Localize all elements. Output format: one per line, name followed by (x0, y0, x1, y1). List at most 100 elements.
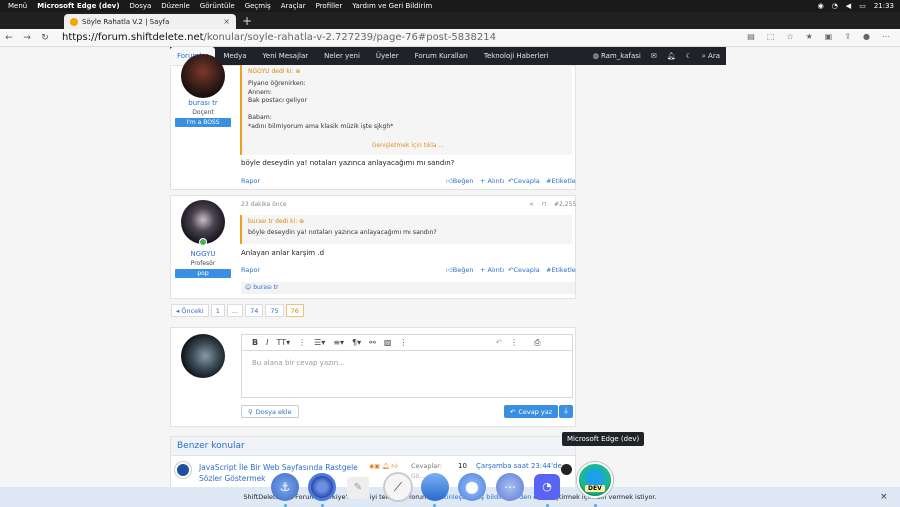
extensions-icon[interactable]: ⬚ (767, 32, 775, 41)
reader-icon[interactable]: ▤ (747, 32, 755, 41)
like-link[interactable]: 👍︎Beğen (446, 177, 474, 185)
quote-link[interactable]: + Alıntı (480, 177, 504, 185)
split-icon[interactable]: ▣ (825, 32, 833, 41)
more-options-icon[interactable]: ⋮ (399, 338, 407, 347)
dock-app-toggle-icon[interactable]: ⬤ (458, 473, 486, 501)
active-app-name[interactable]: Microsoft Edge (dev) (37, 2, 119, 10)
search-link[interactable]: ⌕ Ara (702, 52, 720, 61)
menu-araclar[interactable]: Araçlar (281, 2, 306, 10)
thread-avatar[interactable] (175, 462, 191, 478)
expand-quote-link[interactable]: Genişletmek için tıkla ... (242, 142, 574, 149)
menu-button[interactable]: Menü (8, 2, 27, 10)
tag-link[interactable]: #Etiketle (546, 266, 576, 274)
post-author[interactable]: burası tr (168, 99, 238, 107)
reload-icon[interactable]: ↻ (36, 33, 54, 43)
dock-app-anchor-icon[interactable]: ⚓ (271, 473, 299, 501)
dock-app-notes-icon[interactable]: ✎ (347, 477, 369, 499)
bold-icon[interactable]: B (252, 338, 258, 347)
dock-app-discord-icon[interactable]: ◔ (534, 474, 560, 500)
menu-dosya[interactable]: Dosya (130, 2, 152, 10)
post-author[interactable]: NGGYU (168, 250, 238, 258)
collections-icon[interactable]: ★ (806, 32, 813, 41)
dock-app-clock-icon[interactable]: ⟋ (383, 472, 413, 502)
nav-teknoloji-haberleri[interactable]: Teknoloji Haberleri (476, 47, 557, 65)
quote-author[interactable]: burası tr dedi ki: ⊕ (242, 215, 572, 228)
dock-app-files-icon[interactable] (421, 473, 449, 501)
paragraph-icon[interactable]: ¶▾ (352, 338, 361, 347)
reply-link[interactable]: ↶Cevapla (508, 177, 540, 185)
nav-yeni-mesajlar[interactable]: Yeni Mesajlar (255, 47, 317, 65)
share-icon[interactable]: ⇪ (844, 32, 851, 41)
quote-author[interactable]: NGGYU dedi ki: ⊕ (242, 65, 572, 78)
nav-neler-yeni[interactable]: Neler yeni (316, 47, 368, 65)
font-size-icon[interactable]: TT▾ (276, 338, 290, 347)
user-title: Doçent (192, 109, 214, 116)
more-icon[interactable]: ⋮ (510, 338, 518, 347)
preview-icon[interactable]: ⎙ (534, 338, 540, 348)
url-field[interactable]: https://forum.shiftdelete.net/konular/so… (62, 32, 496, 43)
dark-mode-icon[interactable]: ☾ (686, 52, 692, 60)
nav-uyeler[interactable]: Üyeler (368, 47, 407, 65)
italic-icon[interactable]: I (266, 338, 268, 347)
dock-app-browser-icon[interactable] (308, 473, 336, 501)
volume-icon[interactable]: ◀ (846, 2, 851, 10)
tray-icon[interactable]: ◉ (818, 2, 824, 10)
menu-profiller[interactable]: Profiller (316, 2, 343, 10)
nav-forum-kurallari[interactable]: Forum Kuralları (407, 47, 476, 65)
user-menu[interactable]: ◍ Ram_kafasi (593, 52, 641, 60)
share-icon[interactable]: ⋖ (529, 201, 534, 208)
page-76-current[interactable]: 76 (285, 304, 304, 317)
browser-tab[interactable]: Söyle Rahatla V.2 | Sayfa × (64, 14, 236, 29)
bookmark-icon[interactable]: ⊓ (542, 201, 547, 208)
reply-link[interactable]: ↶Cevapla (508, 266, 540, 274)
last-poster-avatar[interactable] (561, 464, 572, 475)
list-icon[interactable]: ☰▾ (314, 338, 325, 347)
more-icon[interactable]: ⋯ (882, 32, 890, 41)
reply-editor[interactable]: Bu alana bir cevap yazın... (241, 350, 573, 398)
clock[interactable]: 21:33 (874, 2, 894, 10)
post-time[interactable]: 23 dakika önce (241, 201, 287, 208)
back-icon[interactable]: ← (0, 33, 18, 43)
new-tab-icon[interactable]: + (242, 14, 252, 29)
menu-duzenle[interactable]: Düzenle (161, 2, 190, 10)
prev-page-button[interactable]: ◂ Önceki (171, 304, 209, 317)
reaction-user[interactable]: burası tr (253, 284, 278, 291)
quote-link[interactable]: + Alıntı (480, 266, 504, 274)
submit-reply-button[interactable]: ↶ Cevap yaz (504, 405, 558, 418)
page-1[interactable]: 1 (210, 304, 225, 317)
dock-app-chat-icon[interactable]: ⋯ (496, 473, 524, 501)
close-tab-icon[interactable]: × (223, 17, 230, 26)
menu-gecmis[interactable]: Geçmiş (245, 2, 271, 10)
dock-app-edge-dev-icon[interactable] (577, 462, 613, 498)
report-link[interactable]: Rapor (241, 266, 260, 274)
alerts-icon[interactable]: 🔔︎ (667, 52, 676, 60)
inbox-icon[interactable]: ✉ (651, 52, 657, 60)
wifi-icon[interactable]: ◔ (832, 2, 838, 10)
align-icon[interactable]: ≡▾ (333, 338, 344, 347)
favorite-icon[interactable]: ☆ (786, 32, 793, 41)
image-icon[interactable]: ▨ (384, 338, 392, 347)
post-number[interactable]: #2,255 (554, 201, 576, 208)
avatar[interactable] (181, 334, 225, 378)
attach-file-button[interactable]: ⚲ Dosya ekle (241, 405, 299, 418)
mic-icon[interactable]: ⏚ (559, 405, 573, 418)
nav-medya[interactable]: Medya (215, 47, 254, 65)
menu-yardim[interactable]: Yardım ve Geri Bildirim (352, 2, 432, 10)
profile-icon[interactable]: ● (863, 32, 870, 41)
reactions-bar[interactable]: ☺ burası tr (241, 282, 575, 294)
battery-icon[interactable]: ▭ (859, 2, 866, 10)
report-link[interactable]: Rapor (241, 177, 260, 185)
page-75[interactable]: 75 (265, 304, 284, 317)
menu-goruntule[interactable]: Görüntüle (200, 2, 235, 10)
link-icon[interactable]: ⚯ (369, 338, 376, 347)
thread-date[interactable]: Çarşamba saat 23:44'de (476, 462, 562, 470)
close-notification-icon[interactable]: × (880, 487, 888, 507)
undo-icon[interactable]: ↶ (495, 338, 502, 347)
page-74[interactable]: 74 (245, 304, 264, 317)
tag-link[interactable]: #Etiketle (546, 177, 576, 185)
avatar[interactable] (181, 54, 225, 98)
page-ellipsis[interactable]: ... (226, 304, 244, 317)
forward-icon[interactable]: → (18, 33, 36, 43)
more-text-icon[interactable]: ⋮ (298, 338, 306, 347)
like-link[interactable]: 👍︎Beğen (446, 266, 474, 274)
